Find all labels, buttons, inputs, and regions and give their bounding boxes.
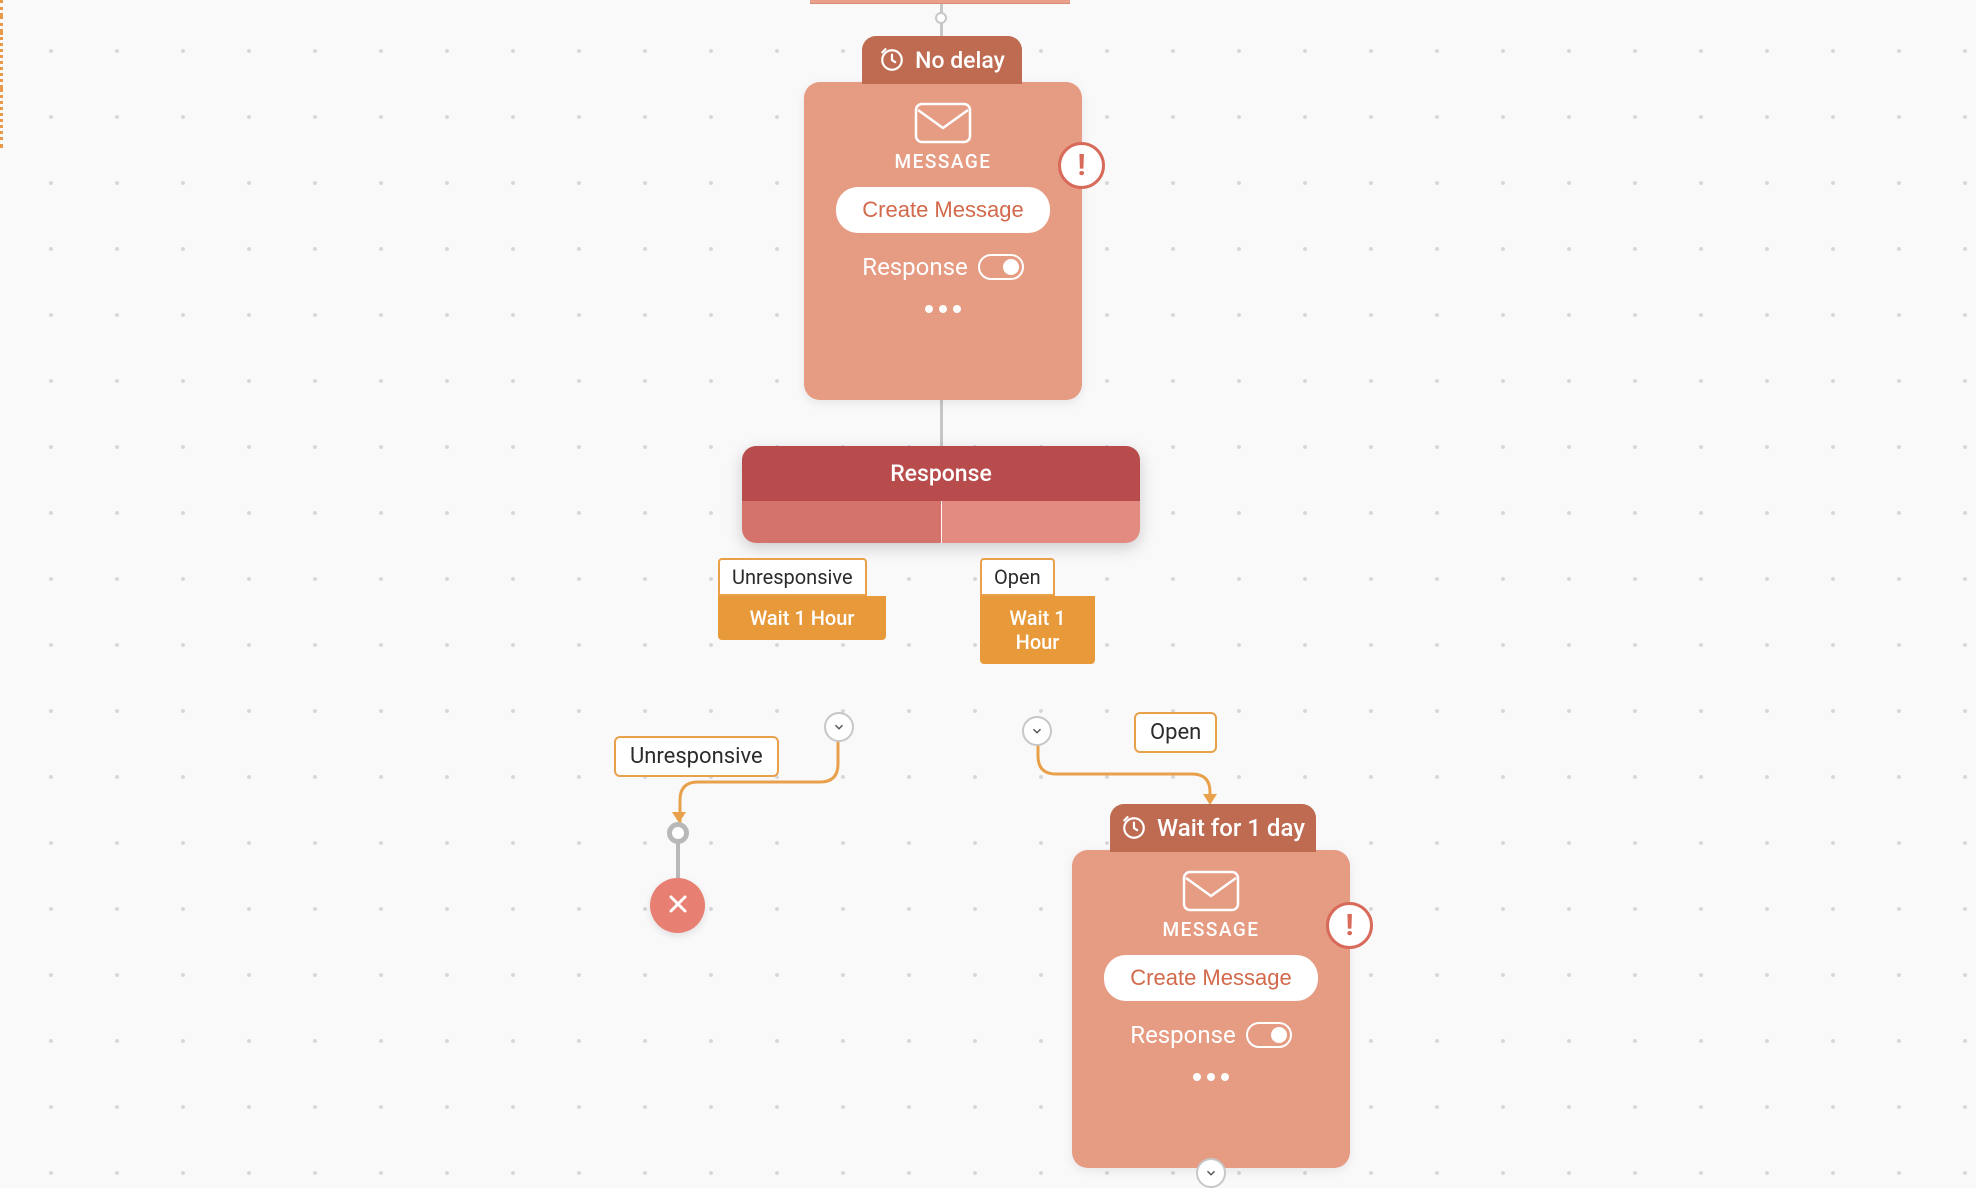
connector-1 — [940, 400, 943, 448]
card-type-label: MESSAGE — [1163, 918, 1260, 941]
response-toggle[interactable] — [1246, 1022, 1292, 1048]
terminal-connector — [676, 842, 680, 880]
wait-box-right[interactable]: Open Wait 1Hour — [980, 558, 1095, 664]
terminal-end-node[interactable] — [650, 878, 705, 933]
decision-branch-right-handle[interactable] — [942, 501, 1141, 543]
alert-badge-icon[interactable]: ! — [1326, 902, 1373, 949]
flow-canvas[interactable]: No delay MESSAGE Create Message Response… — [0, 0, 1976, 1188]
response-label: Response — [862, 253, 967, 281]
create-message-button[interactable]: Create Message — [836, 187, 1049, 233]
path-label-unresponsive: Unresponsive — [614, 736, 779, 777]
decision-branch-left-handle[interactable] — [742, 501, 941, 543]
more-options[interactable] — [1193, 1073, 1229, 1081]
response-label: Response — [1130, 1021, 1235, 1049]
clock-icon — [1121, 815, 1147, 841]
message-card-1[interactable]: MESSAGE Create Message Response — [804, 82, 1082, 400]
decision-label: Response — [742, 446, 1140, 501]
response-toggle-row: Response — [862, 253, 1023, 281]
create-message-button[interactable]: Create Message — [1104, 955, 1317, 1001]
envelope-icon — [1182, 870, 1240, 912]
response-toggle[interactable] — [978, 254, 1024, 280]
wait-box-left[interactable]: Unresponsive Wait 1 Hour — [718, 558, 886, 640]
wait-duration-left: Wait 1 Hour — [718, 596, 886, 640]
more-options[interactable] — [925, 305, 961, 313]
delay-label: Wait for 1 day — [1157, 814, 1305, 842]
add-node-handle[interactable] — [935, 12, 947, 24]
expand-chevron-bottom[interactable] — [1196, 1158, 1226, 1188]
previous-card-stub — [810, 0, 1070, 4]
envelope-icon — [914, 102, 972, 144]
wait-branch-label-left: Unresponsive — [718, 558, 867, 596]
expand-chevron-right[interactable] — [1022, 716, 1052, 746]
wait-duration-right: Wait 1Hour — [980, 596, 1095, 664]
connector-dotted-right-short — [0, 16, 1976, 32]
card-type-label: MESSAGE — [895, 150, 992, 173]
terminal-ring — [667, 822, 689, 844]
clock-icon — [879, 47, 905, 73]
decision-response-block[interactable]: Response — [742, 446, 1140, 543]
expand-chevron-left[interactable] — [824, 712, 854, 742]
alert-badge-icon[interactable]: ! — [1058, 142, 1105, 189]
close-icon — [666, 892, 690, 920]
wait-branch-label-right: Open — [980, 558, 1055, 596]
message-card-2[interactable]: MESSAGE Create Message Response — [1072, 850, 1350, 1168]
delay-bar-1[interactable]: No delay — [862, 36, 1022, 84]
delay-bar-2[interactable]: Wait for 1 day — [1110, 804, 1316, 852]
path-label-open: Open — [1134, 712, 1217, 753]
delay-label: No delay — [915, 47, 1005, 74]
response-toggle-row: Response — [1130, 1021, 1291, 1049]
